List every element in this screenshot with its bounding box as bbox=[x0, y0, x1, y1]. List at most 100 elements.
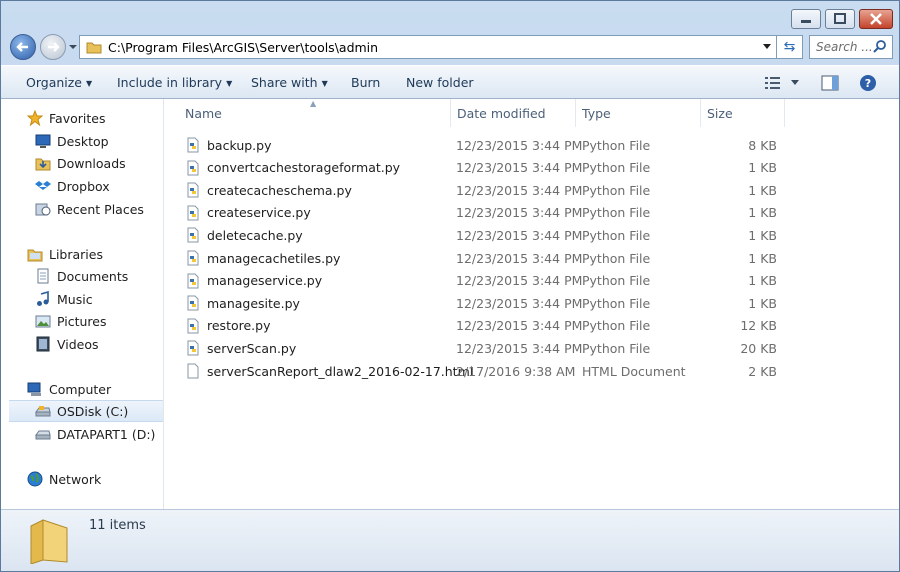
file-size: 2 KB bbox=[748, 363, 777, 379]
recent-pages-chevron-icon[interactable] bbox=[68, 42, 78, 52]
file-name-cell[interactable]: managesite.py bbox=[185, 295, 300, 311]
include-in-library-button[interactable]: Include in library ▼ bbox=[117, 75, 232, 90]
file-name-cell[interactable]: createcacheschema.py bbox=[185, 182, 352, 198]
maximize-icon bbox=[834, 13, 846, 24]
file-row[interactable]: managesite.py 12/23/2015 3:44 PM Python Fi… bbox=[179, 292, 779, 314]
search-input[interactable]: Search ... bbox=[809, 35, 893, 59]
file-name: manageservice.py bbox=[207, 273, 323, 289]
favorites-label: Favorites bbox=[49, 110, 106, 126]
file-name: deletecache.py bbox=[207, 227, 303, 243]
file-type: Python File bbox=[582, 205, 651, 221]
close-button[interactable] bbox=[859, 9, 893, 29]
python-file-icon bbox=[187, 182, 199, 198]
explorer-window: C:\Program Files\ArcGIS\Server\tools\adm… bbox=[0, 0, 900, 572]
column-header-type[interactable]: Type bbox=[576, 99, 701, 127]
file-row[interactable]: serverScan.py 12/23/2015 3:44 PM Python Fi… bbox=[179, 337, 779, 359]
file-row[interactable]: createservice.py 12/23/2015 3:44 PM Python… bbox=[179, 202, 779, 224]
file-name-cell[interactable]: serverScanReport_dlaw2_2016-02-17.html bbox=[185, 363, 473, 379]
file-name-cell[interactable]: restore.py bbox=[185, 318, 270, 334]
view-dropdown-icon[interactable] bbox=[791, 80, 799, 86]
file-size: 1 KB bbox=[748, 227, 777, 243]
folder-icon bbox=[86, 42, 102, 54]
file-row[interactable]: createcacheschema.py 12/23/2015 3:44 PM Py… bbox=[179, 179, 779, 201]
command-bar: Organize ▼ Include in library ▼ Share with… bbox=[1, 65, 899, 99]
file-name-cell[interactable]: convertcachestorageformat.py bbox=[185, 160, 400, 176]
file-row[interactable]: convertcachestorageformat.py 12/23/2015 3… bbox=[179, 157, 779, 179]
sidebar-item-label: Desktop bbox=[57, 133, 109, 149]
chevron-down-icon: ▼ bbox=[86, 79, 93, 88]
maximize-button[interactable] bbox=[825, 9, 855, 29]
help-icon[interactable]: ? bbox=[859, 74, 877, 92]
sidebar-item-label: Dropbox bbox=[57, 178, 110, 194]
file-name: createcacheschema.py bbox=[207, 182, 352, 198]
python-file-icon bbox=[187, 205, 199, 221]
file-size: 8 KB bbox=[748, 137, 777, 153]
sidebar-item-label: DATAPART1 (D:) bbox=[57, 426, 156, 442]
file-row[interactable]: manageservice.py 12/23/2015 3:44 PM Python… bbox=[179, 270, 779, 292]
address-bar[interactable]: C:\Program Files\ArcGIS\Server\tools\adm… bbox=[79, 35, 777, 59]
organize-button[interactable]: Organize ▼ bbox=[26, 75, 92, 90]
file-size: 1 KB bbox=[748, 273, 777, 289]
forward-button[interactable] bbox=[40, 34, 66, 60]
sidebar-item-osdisk[interactable]: OSDisk (C:) bbox=[9, 400, 163, 422]
burn-button[interactable]: Burn bbox=[351, 75, 380, 90]
include-in-library-label: Include in library bbox=[117, 75, 223, 90]
file-date: 12/23/2015 3:44 PM bbox=[456, 295, 583, 311]
new-folder-button[interactable]: New folder bbox=[406, 75, 474, 90]
file-date: 2/17/2016 9:38 AM bbox=[456, 363, 576, 379]
back-button[interactable] bbox=[10, 34, 36, 60]
file-name-cell[interactable]: manageservice.py bbox=[185, 273, 322, 289]
file-row[interactable]: backup.py 12/23/2015 3:44 PM Python File 8 … bbox=[179, 134, 779, 156]
file-size: 1 KB bbox=[748, 160, 777, 176]
downloads-folder-icon bbox=[35, 158, 51, 171]
desktop-icon bbox=[35, 134, 51, 148]
column-header-date[interactable]: Date modified bbox=[451, 99, 576, 127]
back-arrow-icon bbox=[16, 42, 28, 52]
python-file-icon bbox=[187, 137, 199, 153]
file-size: 12 KB bbox=[740, 318, 777, 334]
recent-places-icon bbox=[35, 203, 51, 216]
svg-text:?: ? bbox=[865, 77, 871, 90]
details-pane: 11 items bbox=[1, 509, 899, 571]
refresh-button[interactable]: ⇆ bbox=[777, 35, 803, 59]
sort-ascending-icon: ▲ bbox=[310, 99, 317, 108]
file-size: 1 KB bbox=[748, 295, 777, 311]
close-icon bbox=[870, 13, 882, 25]
view-options-icon[interactable] bbox=[765, 76, 781, 90]
file-row[interactable]: managecachetiles.py 12/23/2015 3:44 PM Pyt… bbox=[179, 247, 779, 269]
file-size: 1 KB bbox=[748, 205, 777, 221]
python-file-icon bbox=[187, 340, 199, 356]
libraries-label: Libraries bbox=[49, 246, 103, 262]
column-size-label: Size bbox=[707, 105, 733, 121]
file-row[interactable]: restore.py 12/23/2015 3:44 PM Python File 1… bbox=[179, 315, 779, 337]
column-header-size[interactable]: Size bbox=[701, 99, 785, 127]
file-name-cell[interactable]: backup.py bbox=[185, 137, 271, 153]
file-name-cell[interactable]: createservice.py bbox=[185, 205, 311, 221]
music-icon bbox=[37, 291, 49, 306]
search-icon[interactable] bbox=[872, 39, 888, 55]
file-list-pane: Name ▲ Date modified Type Size backup.py… bbox=[165, 99, 899, 509]
address-row: C:\Program Files\ArcGIS\Server\tools\adm… bbox=[1, 33, 899, 61]
share-with-button[interactable]: Share with ▼ bbox=[251, 75, 328, 90]
file-name-cell[interactable]: managecachetiles.py bbox=[185, 250, 340, 266]
sidebar-item-label: Music bbox=[57, 291, 93, 307]
address-path[interactable]: C:\Program Files\ArcGIS\Server\tools\adm… bbox=[108, 40, 378, 55]
sidebar-item-label: Downloads bbox=[57, 155, 126, 171]
file-type: Python File bbox=[582, 227, 651, 243]
forward-arrow-icon bbox=[48, 42, 60, 52]
file-name-cell[interactable]: serverScan.py bbox=[185, 340, 296, 356]
file-date: 12/23/2015 3:44 PM bbox=[456, 205, 583, 221]
documents-icon bbox=[37, 268, 49, 284]
file-row[interactable]: serverScanReport_dlaw2_2016-02-17.html 2/… bbox=[179, 360, 779, 382]
file-name-cell[interactable]: deletecache.py bbox=[185, 227, 303, 243]
preview-pane-icon[interactable] bbox=[821, 75, 839, 91]
minimize-button[interactable] bbox=[791, 9, 821, 29]
file-name: convertcachestorageformat.py bbox=[207, 160, 401, 176]
address-dropdown-icon[interactable] bbox=[762, 43, 772, 51]
file-type: Python File bbox=[582, 160, 651, 176]
sidebar-item-label: Videos bbox=[57, 336, 99, 352]
file-row[interactable]: deletecache.py 12/23/2015 3:44 PM Python F… bbox=[179, 224, 779, 246]
column-type-label: Type bbox=[582, 105, 611, 121]
file-type: Python File bbox=[582, 273, 651, 289]
content-area: Favorites Desktop Downloads Dropbox Rece… bbox=[1, 99, 899, 509]
